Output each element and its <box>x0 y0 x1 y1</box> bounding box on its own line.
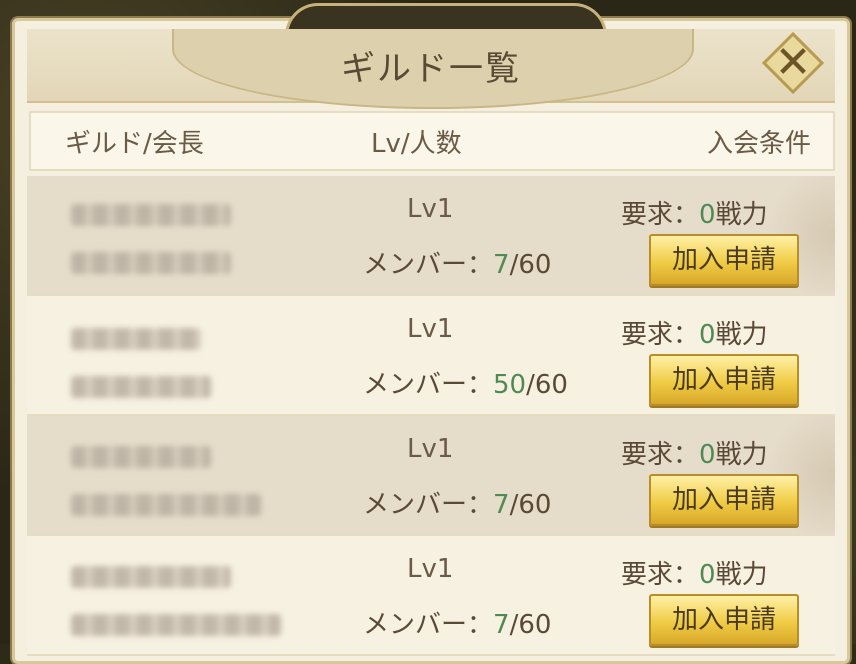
join-requirement: 要求：0戦力 <box>621 434 768 471</box>
guild-list-panel: ギルド一覧 ✕ ギルド/会長 Lv/人数 入会条件 Lv1 メンバー：7/60 … <box>12 3 850 664</box>
guild-name-blurred <box>71 566 231 588</box>
close-button[interactable]: ✕ <box>761 31 825 95</box>
guild-name-blurred <box>71 204 231 226</box>
guild-level: Lv1 <box>407 314 454 344</box>
join-request-button[interactable]: 加入申請 <box>649 594 799 646</box>
column-header-row: ギルド/会長 Lv/人数 入会条件 <box>29 111 835 171</box>
members-max: /60 <box>509 610 552 640</box>
join-request-button[interactable]: 加入申請 <box>649 474 799 526</box>
req-label: 要求： <box>621 320 700 350</box>
req-value: 0 <box>699 560 716 590</box>
guild-row: Lv1 メンバー：7/60 要求：0戦力 加入申請 <box>27 536 835 656</box>
join-requirement: 要求：0戦力 <box>621 194 768 231</box>
title-bar: ギルド一覧 ✕ <box>27 29 835 109</box>
members-current: 7 <box>493 250 510 280</box>
members-label: メンバー： <box>363 610 494 640</box>
req-label: 要求： <box>621 200 700 230</box>
req-value: 0 <box>699 200 716 230</box>
members-max: /60 <box>526 370 568 400</box>
req-unit: 戦力 <box>715 200 768 230</box>
req-label: 要求： <box>621 560 700 590</box>
header-condition: 入会条件 <box>706 129 811 159</box>
guild-leader-blurred <box>71 494 261 516</box>
guild-leader-blurred <box>71 614 281 636</box>
guild-members: メンバー：7/60 <box>363 244 551 281</box>
page-title: ギルド一覧 <box>341 49 521 89</box>
guild-leader-blurred <box>71 252 231 274</box>
header-level: Lv/人数 <box>371 129 462 159</box>
join-requirement: 要求：0戦力 <box>621 554 768 591</box>
guild-level: Lv1 <box>407 434 454 464</box>
join-request-button[interactable]: 加入申請 <box>649 354 799 406</box>
guild-members: メンバー：7/60 <box>363 604 551 641</box>
req-unit: 戦力 <box>715 560 768 590</box>
members-max: /60 <box>509 490 552 520</box>
req-value: 0 <box>699 440 716 470</box>
members-max: /60 <box>509 250 552 280</box>
members-label: メンバー： <box>363 370 494 400</box>
close-icon: ✕ <box>774 37 812 88</box>
header-guild-name: ギルド/会長 <box>65 129 204 159</box>
guild-level: Lv1 <box>407 554 454 584</box>
guild-list: Lv1 メンバー：7/60 要求：0戦力 加入申請 Lv1 メンバー：50/60… <box>27 176 835 656</box>
members-current: 50 <box>493 370 527 400</box>
req-unit: 戦力 <box>715 440 768 470</box>
join-request-button[interactable]: 加入申請 <box>649 234 799 286</box>
members-label: メンバー： <box>363 250 494 280</box>
req-value: 0 <box>699 320 716 350</box>
guild-name-blurred <box>71 328 201 350</box>
guild-leader-blurred <box>71 376 211 398</box>
guild-members: メンバー：7/60 <box>363 484 551 521</box>
guild-level: Lv1 <box>407 194 454 224</box>
join-requirement: 要求：0戦力 <box>621 314 768 351</box>
guild-members: メンバー：50/60 <box>363 364 568 401</box>
guild-row: Lv1 メンバー：7/60 要求：0戦力 加入申請 <box>27 416 835 536</box>
req-unit: 戦力 <box>715 320 768 350</box>
req-label: 要求： <box>621 440 700 470</box>
guild-name-blurred <box>71 446 211 468</box>
guild-row: Lv1 メンバー：7/60 要求：0戦力 加入申請 <box>27 176 835 296</box>
members-current: 7 <box>493 490 510 520</box>
members-current: 7 <box>493 610 510 640</box>
guild-row: Lv1 メンバー：50/60 要求：0戦力 加入申請 <box>27 296 835 416</box>
members-label: メンバー： <box>363 490 494 520</box>
